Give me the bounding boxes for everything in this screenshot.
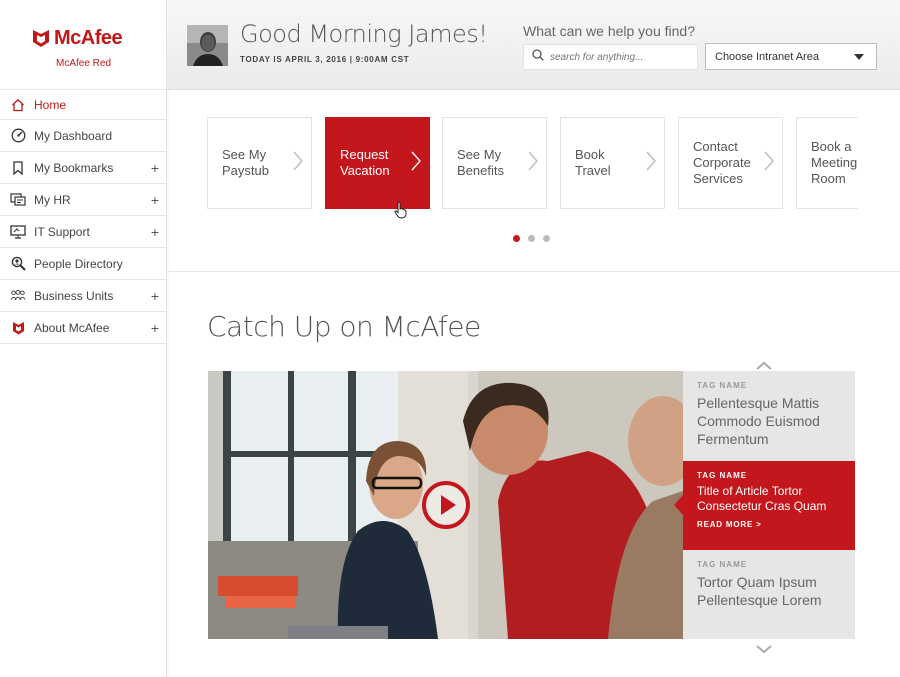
tile-label: See My Benefits	[457, 147, 504, 178]
article-item[interactable]: TAG NAME Tortor Quam Ipsum Pellentesque …	[683, 550, 855, 639]
read-more-link[interactable]: READ MORE >	[697, 520, 855, 529]
expand-plus-icon[interactable]: +	[151, 224, 159, 240]
mcafee-shield-icon	[10, 320, 26, 336]
chevron-right-icon	[646, 151, 656, 175]
section-title: Catch Up on McAfee	[207, 310, 481, 343]
sidebar-item-label: My Dashboard	[34, 128, 113, 143]
article-tag: TAG NAME	[697, 381, 748, 390]
person-search-icon	[10, 256, 26, 272]
carousel-dot-3[interactable]	[543, 235, 550, 242]
hand-cursor-icon	[394, 201, 408, 224]
tile-contact-corporate-services[interactable]: Contact Corporate Services	[678, 117, 783, 209]
chevron-right-icon	[293, 151, 303, 175]
sidebar-item-label: Business Units	[34, 288, 114, 303]
sidebar-item-label: About McAfee	[34, 320, 110, 335]
tile-label: See My Paystub	[222, 147, 269, 178]
date-line: TODAY IS APRIL 3, 2016 | 9:00AM CST	[240, 55, 410, 64]
featured-video[interactable]	[208, 371, 683, 639]
sidebar-item-label: My HR	[34, 192, 71, 207]
chevron-right-icon	[764, 151, 774, 175]
search-input[interactable]	[550, 51, 690, 63]
computer-monitor-icon	[10, 224, 26, 240]
dashboard-gauge-icon	[10, 128, 26, 144]
sidebar-item-business-units[interactable]: Business Units +	[0, 280, 167, 312]
article-tag: TAG NAME	[697, 560, 748, 569]
article-title: Title of Article Tortor Consectetur Cras…	[697, 484, 827, 513]
intranet-area-select[interactable]: Choose Intranet Area	[705, 43, 877, 70]
expand-plus-icon[interactable]: +	[151, 288, 159, 304]
chevron-right-icon	[528, 151, 538, 175]
bookmark-icon	[10, 160, 26, 176]
greeting-heading: Good Morning James!	[240, 20, 488, 48]
carousel-dot-1[interactable]	[513, 235, 520, 242]
quick-links-carousel: See My Paystub Request Vacation See My B…	[207, 117, 858, 209]
sidebar: McAfee McAfee Red Home My Dashboard My B…	[0, 0, 167, 677]
expand-plus-icon[interactable]: +	[151, 192, 159, 208]
carousel-dot-2[interactable]	[528, 235, 535, 242]
sidebar-item-my-bookmarks[interactable]: My Bookmarks +	[0, 152, 167, 184]
tile-request-vacation[interactable]: Request Vacation	[325, 117, 430, 209]
select-value: Choose Intranet Area	[715, 50, 819, 63]
tile-see-my-paystub[interactable]: See My Paystub	[207, 117, 312, 209]
people-group-icon	[10, 288, 26, 304]
hr-cards-icon	[10, 192, 26, 208]
page-header: Good Morning James! TODAY IS APRIL 3, 20…	[167, 0, 900, 90]
chevron-down-icon	[854, 54, 864, 60]
tile-label: Contact Corporate Services	[693, 139, 751, 186]
mcafee-shield-logo-icon	[32, 28, 50, 48]
expand-plus-icon[interactable]: +	[151, 160, 159, 176]
sidebar-item-about-mcafee[interactable]: About McAfee +	[0, 312, 167, 344]
play-button-icon[interactable]	[421, 480, 471, 530]
sidebar-item-label: My Bookmarks	[34, 160, 114, 175]
chevron-down-icon[interactable]	[756, 641, 772, 659]
article-list: TAG NAME Pellentesque Mattis Commodo Eui…	[674, 371, 855, 639]
sidebar-item-people-directory[interactable]: People Directory	[0, 248, 167, 280]
sidebar-item-label: Home	[34, 97, 67, 112]
search-prompt-label: What can we help you find?	[523, 23, 695, 39]
search-box[interactable]	[523, 44, 698, 70]
tile-see-my-benefits[interactable]: See My Benefits	[442, 117, 547, 209]
active-pointer	[674, 495, 683, 515]
sidebar-item-my-dashboard[interactable]: My Dashboard	[0, 120, 167, 152]
home-icon	[10, 97, 26, 113]
carousel-pagination	[513, 235, 550, 242]
tile-book-a-meeting-room[interactable]: Book a Meeting Room	[796, 117, 858, 209]
tile-label: Request Vacation	[340, 147, 390, 178]
brand-name: McAfee	[54, 26, 123, 49]
article-tag: TAG NAME	[697, 471, 748, 480]
search-icon	[532, 48, 544, 66]
section-divider	[167, 271, 900, 272]
article-item[interactable]: TAG NAME Pellentesque Mattis Commodo Eui…	[683, 371, 855, 461]
article-title: Pellentesque Mattis Commodo Euismod Ferm…	[697, 395, 820, 447]
brand-subtitle: McAfee Red	[55, 58, 112, 69]
article-item-active[interactable]: TAG NAME Title of Article Tortor Consect…	[674, 461, 855, 550]
chevron-right-icon	[411, 151, 421, 175]
tile-label: Book Travel	[575, 147, 611, 178]
sidebar-nav: Home My Dashboard My Bookmarks + My HR +	[0, 89, 167, 344]
mcafee-logo[interactable]: McAfee	[32, 26, 123, 50]
sidebar-item-label: IT Support	[34, 224, 90, 239]
sidebar-item-it-support[interactable]: IT Support +	[0, 216, 167, 248]
article-title: Tortor Quam Ipsum Pellentesque Lorem	[697, 574, 822, 608]
avatar[interactable]	[187, 25, 228, 66]
tile-label: Book a Meeting Room	[811, 139, 858, 186]
sidebar-item-label: People Directory	[34, 256, 123, 271]
sidebar-item-my-hr[interactable]: My HR +	[0, 184, 167, 216]
tile-book-travel[interactable]: Book Travel	[560, 117, 665, 209]
sidebar-item-home[interactable]: Home	[0, 90, 167, 120]
expand-plus-icon[interactable]: +	[151, 320, 159, 336]
